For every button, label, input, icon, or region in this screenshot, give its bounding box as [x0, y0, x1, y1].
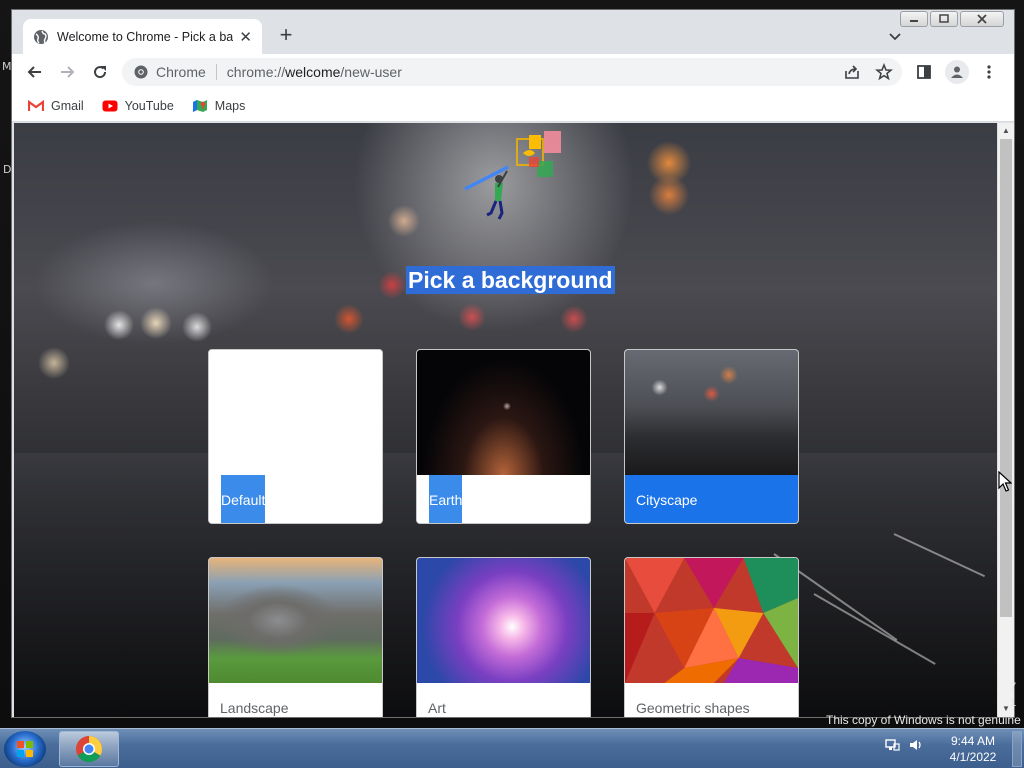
bookmark-youtube[interactable]: YouTube [102, 99, 174, 113]
title-bar: Welcome to Chrome - Pick a bac ✕ + [12, 10, 1014, 54]
minimize-button[interactable] [900, 11, 928, 27]
show-desktop-button[interactable] [1012, 731, 1022, 767]
chrome-icon [76, 736, 103, 763]
default-label: Default [221, 492, 266, 508]
welcome-illustration [464, 131, 561, 220]
taskbar-chrome-button[interactable] [59, 731, 119, 767]
url-scheme: chrome:// [226, 64, 286, 80]
welcome-page: Pick a background Default Earth Cityscap… [14, 123, 997, 717]
label-highlight: Default [221, 475, 266, 523]
build-line: 7 [1010, 681, 1017, 693]
landscape-label: Landscape [220, 700, 289, 716]
side-panel-icon[interactable] [914, 62, 934, 82]
maps-icon [192, 99, 208, 113]
geometric-shapes-label: Geometric shapes [636, 700, 750, 716]
close-icon[interactable]: ✕ [239, 28, 252, 46]
bookmark-maps[interactable]: Maps [192, 98, 246, 113]
star-icon[interactable] [874, 62, 894, 82]
default-thumbnail [209, 350, 382, 475]
background-option-label: Default [209, 475, 382, 523]
chevron-down-icon[interactable] [886, 27, 904, 45]
forward-arrow-icon[interactable] [57, 62, 77, 82]
cityscape-thumbnail [625, 350, 798, 475]
background-option-geometric-shapes[interactable]: Geometric shapes [624, 557, 799, 717]
chrome-logo-icon [134, 65, 148, 79]
bookmark-gmail[interactable]: Gmail [28, 99, 84, 113]
url-text: chrome://welcome/new-user [217, 64, 402, 80]
back-arrow-icon[interactable] [25, 62, 45, 82]
taskbar: 9:44 AM 4/1/2022 [0, 728, 1024, 768]
background-option-default[interactable]: Default [208, 349, 383, 524]
earth-label: Earth [429, 492, 463, 508]
url-host: welcome [285, 64, 341, 80]
background-option-cityscape[interactable]: Cityscape [624, 349, 799, 524]
system-tray [884, 737, 924, 758]
background-option-label: Geometric shapes [625, 683, 798, 717]
close-button[interactable] [960, 11, 1004, 27]
scroll-down-arrow-icon[interactable]: ▼ [1002, 704, 1010, 713]
maximize-button[interactable] [930, 11, 958, 27]
kebab-menu-icon[interactable] [979, 62, 999, 82]
art-thumbnail [417, 558, 590, 683]
tab-title: Welcome to Chrome - Pick a bac [57, 29, 234, 44]
label-highlight: Earth [429, 475, 463, 523]
taskbar-clock[interactable]: 9:44 AM 4/1/2022 [935, 733, 1011, 765]
page-scrollbar[interactable]: ▲ ▼ [997, 123, 1014, 717]
bookmarks-bar: Gmail YouTube Maps [12, 90, 1014, 122]
toolbar: Chrome chrome://welcome/new-user [12, 54, 1014, 90]
windows-logo-icon [17, 741, 33, 757]
background-option-earth[interactable]: Earth [416, 349, 591, 524]
art-label: Art [428, 700, 446, 716]
site-chip[interactable]: Chrome [134, 64, 217, 80]
reload-icon[interactable] [90, 62, 110, 82]
window-controls [898, 11, 1004, 27]
genuine-warning-text: This copy of Windows is not genuine [826, 713, 1021, 727]
scroll-up-arrow-icon[interactable]: ▲ [1002, 126, 1010, 135]
background-option-label: Earth [417, 475, 590, 523]
volume-icon[interactable] [908, 737, 924, 758]
bookmark-youtube-label: YouTube [124, 98, 174, 113]
background-option-label: Landscape [209, 683, 382, 717]
background-option-label: Cityscape [625, 475, 798, 523]
profile-avatar-icon[interactable] [945, 60, 969, 84]
clock-time: 9:44 AM [950, 734, 996, 748]
mouse-pointer-icon [998, 471, 1012, 492]
chrome-window: Welcome to Chrome - Pick a bac ✕ + Chrom… [11, 9, 1015, 718]
network-icon[interactable] [884, 737, 900, 758]
bookmark-gmail-label: Gmail [51, 98, 84, 113]
start-button[interactable] [4, 731, 46, 767]
scrollbar-thumb[interactable] [1000, 139, 1012, 617]
new-tab-button[interactable]: + [274, 24, 298, 48]
geometric-thumbnail [625, 558, 798, 683]
bookmark-maps-label: Maps [214, 98, 246, 113]
tab-welcome[interactable]: Welcome to Chrome - Pick a bac ✕ [23, 19, 262, 54]
background-option-label: Art [417, 683, 590, 717]
build-line: 1 [1010, 697, 1017, 709]
globe-icon [33, 29, 49, 45]
landscape-thumbnail [209, 558, 382, 683]
site-chip-label: Chrome [156, 64, 206, 80]
background-option-landscape[interactable]: Landscape [208, 557, 383, 717]
earth-thumbnail [417, 350, 590, 475]
address-bar[interactable]: Chrome chrome://welcome/new-user [122, 58, 902, 86]
share-icon[interactable] [842, 62, 862, 82]
build-number-text: 7 1 [1010, 679, 1016, 711]
gmail-icon [28, 99, 44, 113]
background-option-art[interactable]: Art [416, 557, 591, 717]
url-path: /new-user [340, 64, 402, 80]
youtube-icon [102, 99, 118, 113]
page-title: Pick a background [406, 266, 615, 294]
clock-date: 4/1/2022 [949, 750, 997, 764]
cityscape-label: Cityscape [636, 492, 698, 508]
